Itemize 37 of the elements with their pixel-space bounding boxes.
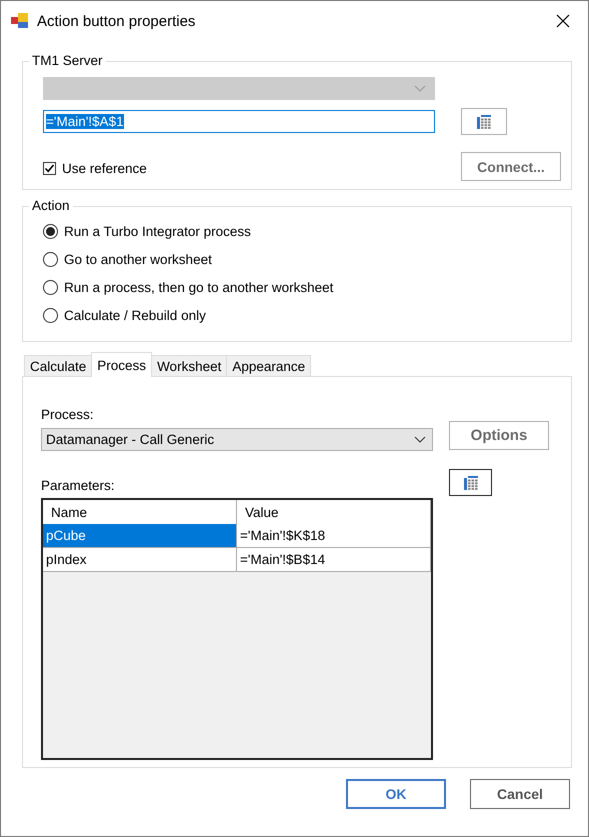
table-icon bbox=[476, 114, 492, 130]
window-title: Action button properties bbox=[37, 12, 196, 30]
options-button[interactable]: Options bbox=[449, 421, 549, 450]
process-dropdown[interactable]: Datamanager - Call Generic bbox=[41, 428, 433, 451]
table-button[interactable] bbox=[449, 469, 492, 496]
chevron-down-icon bbox=[414, 436, 426, 444]
checkbox-label: Use reference bbox=[62, 161, 147, 176]
parameters-label: Parameters: bbox=[41, 478, 116, 495]
table-cell[interactable]: ='Main'!$K$18 bbox=[237, 524, 431, 548]
radio-label: Run a process, then go to another worksheet bbox=[64, 280, 334, 294]
dialog-button[interactable]: Cancel bbox=[470, 779, 570, 809]
process-label: Process: bbox=[41, 407, 95, 424]
table-cell[interactable]: pCube bbox=[43, 524, 237, 548]
column-header: Name bbox=[43, 500, 237, 524]
group-title: Action bbox=[29, 198, 73, 213]
dialog-button[interactable]: OK bbox=[346, 779, 446, 809]
radio-button[interactable] bbox=[43, 224, 58, 238]
app-icon bbox=[11, 13, 29, 29]
tab[interactable]: Worksheet bbox=[151, 355, 228, 376]
radio-button[interactable] bbox=[43, 308, 58, 322]
connect-button[interactable]: Connect... bbox=[461, 152, 561, 181]
table-icon bbox=[462, 474, 478, 490]
group-title: TM1 Server bbox=[29, 53, 106, 68]
table-cell[interactable]: pIndex bbox=[43, 548, 237, 572]
radio-label: Go to another worksheet bbox=[64, 252, 212, 266]
radio-button[interactable] bbox=[43, 280, 58, 294]
table-cell[interactable]: ='Main'!$B$14 bbox=[237, 548, 431, 572]
radio-button[interactable] bbox=[43, 252, 58, 266]
radio-label: Calculate / Rebuild only bbox=[64, 308, 206, 322]
checkbox[interactable] bbox=[43, 162, 56, 175]
tab[interactable]: Appearance bbox=[226, 355, 312, 376]
reference-field[interactable]: ='Main'!$A$1 bbox=[43, 110, 435, 133]
chevron-down-icon bbox=[414, 84, 426, 92]
column-header: Value bbox=[237, 500, 431, 524]
radio-label: Run a Turbo Integrator process bbox=[64, 224, 251, 238]
tab[interactable]: Calculate bbox=[24, 355, 92, 376]
tab[interactable]: Process bbox=[91, 352, 152, 377]
